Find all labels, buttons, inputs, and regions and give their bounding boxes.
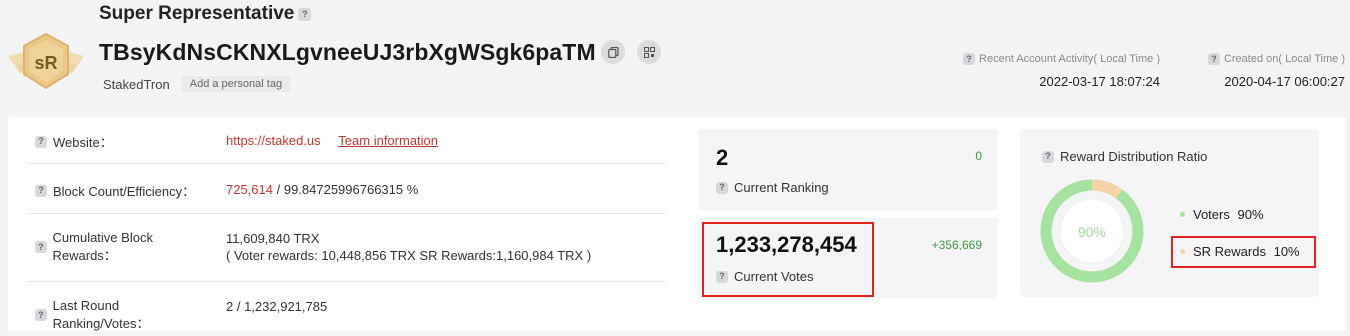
copy-address-button[interactable]: [601, 40, 625, 64]
created-on-value: 2020-04-17 06:00:27: [1224, 74, 1345, 89]
help-icon[interactable]: ?: [35, 135, 47, 148]
sr-rewards-highlight-frame: [1171, 236, 1316, 268]
reward-donut-chart: 90%: [1040, 179, 1144, 283]
block-count-row: ? Block Count/Efficiency： 725,614 / 99.8…: [28, 181, 666, 200]
recent-activity-label: Recent Account Activity( Local Time ): [979, 53, 1160, 65]
qr-code-button[interactable]: [637, 40, 661, 64]
website-label: Website：: [53, 135, 113, 150]
svg-text:sR: sR: [34, 53, 57, 73]
copy-icon: [607, 46, 619, 58]
last-round-value: 2 / 1,232,921,785: [226, 299, 328, 314]
page-title: Super Representative ?: [99, 3, 312, 25]
page-title-text: Super Representative: [99, 3, 295, 24]
divider: [28, 163, 666, 164]
voters-legend: Voters 90%: [1180, 207, 1264, 222]
help-icon[interactable]: ?: [1042, 150, 1054, 163]
account-tags: StakedTron Add a personal tag: [103, 76, 291, 92]
help-icon[interactable]: ?: [35, 241, 47, 253]
donut-center-label: 90%: [1078, 224, 1106, 240]
current-ranking-card: 2 0 ? Current Ranking: [698, 129, 998, 211]
voters-legend-value: 90%: [1237, 207, 1264, 222]
super-representative-badge-icon: sR: [8, 32, 84, 90]
website-link[interactable]: https://staked.us: [226, 133, 321, 148]
cumulative-rewards-label: Cumulative Block Rewards：: [52, 230, 153, 263]
page-header: sR Super Representative ? TBsyKdNsCKNXLg…: [0, 0, 1350, 110]
last-round-label: Last Round Ranking/Votes：: [52, 298, 150, 331]
divider: [28, 213, 666, 214]
voters-dot-icon: [1180, 212, 1185, 217]
current-ranking-value: 2: [716, 145, 729, 170]
help-icon[interactable]: ?: [963, 53, 976, 65]
help-icon[interactable]: ?: [298, 7, 312, 21]
help-icon[interactable]: ?: [35, 309, 47, 321]
address-actions: [601, 40, 661, 64]
reward-distribution-card: ? Reward Distribution Ratio 90% Voters 9…: [1020, 129, 1319, 297]
cumulative-rewards-row: ? Cumulative Block Rewards： 11,609,840 T…: [28, 230, 666, 264]
help-icon[interactable]: ?: [716, 181, 728, 194]
help-icon[interactable]: ?: [35, 184, 47, 197]
votes-change: +356,669: [931, 238, 982, 252]
divider: [28, 281, 666, 282]
recent-activity: ? Recent Account Activity( Local Time ) …: [948, 53, 1160, 89]
votes-highlight-frame: [702, 222, 874, 297]
block-efficiency: / 99.84725996766315 %: [273, 182, 419, 197]
team-information-link[interactable]: Team information: [338, 133, 438, 148]
cumulative-rewards-value: 11,609,840 TRX: [226, 231, 320, 246]
account-address: TBsyKdNsCKNXLgvneeUJ3rbXgWSgk6paTM: [99, 39, 596, 65]
block-count-link[interactable]: 725,614: [226, 182, 273, 197]
add-personal-tag-button[interactable]: Add a personal tag: [181, 76, 291, 92]
current-ranking-label: Current Ranking: [734, 180, 829, 195]
created-on: ? Created on( Local Time ) 2020-04-17 06…: [1200, 53, 1345, 89]
ranking-change: 0: [975, 149, 982, 163]
account-name: StakedTron: [103, 76, 170, 92]
help-icon[interactable]: ?: [1207, 53, 1220, 65]
reward-distribution-title: Reward Distribution Ratio: [1060, 149, 1208, 164]
cumulative-rewards-detail: ( Voter rewards: 10,448,856 TRX SR Rewar…: [226, 248, 592, 263]
recent-activity-value: 2022-03-17 18:07:24: [1039, 74, 1160, 89]
block-count-label: Block Count/Efficiency：: [53, 184, 196, 199]
voters-legend-label: Voters: [1193, 207, 1230, 222]
qr-code-icon: [643, 46, 655, 58]
website-row: ? Website： https://staked.us Team inform…: [28, 132, 666, 151]
created-on-label: Created on( Local Time ): [1223, 53, 1345, 65]
last-round-row: ? Last Round Ranking/Votes： 2 / 1,232,92…: [28, 298, 666, 332]
